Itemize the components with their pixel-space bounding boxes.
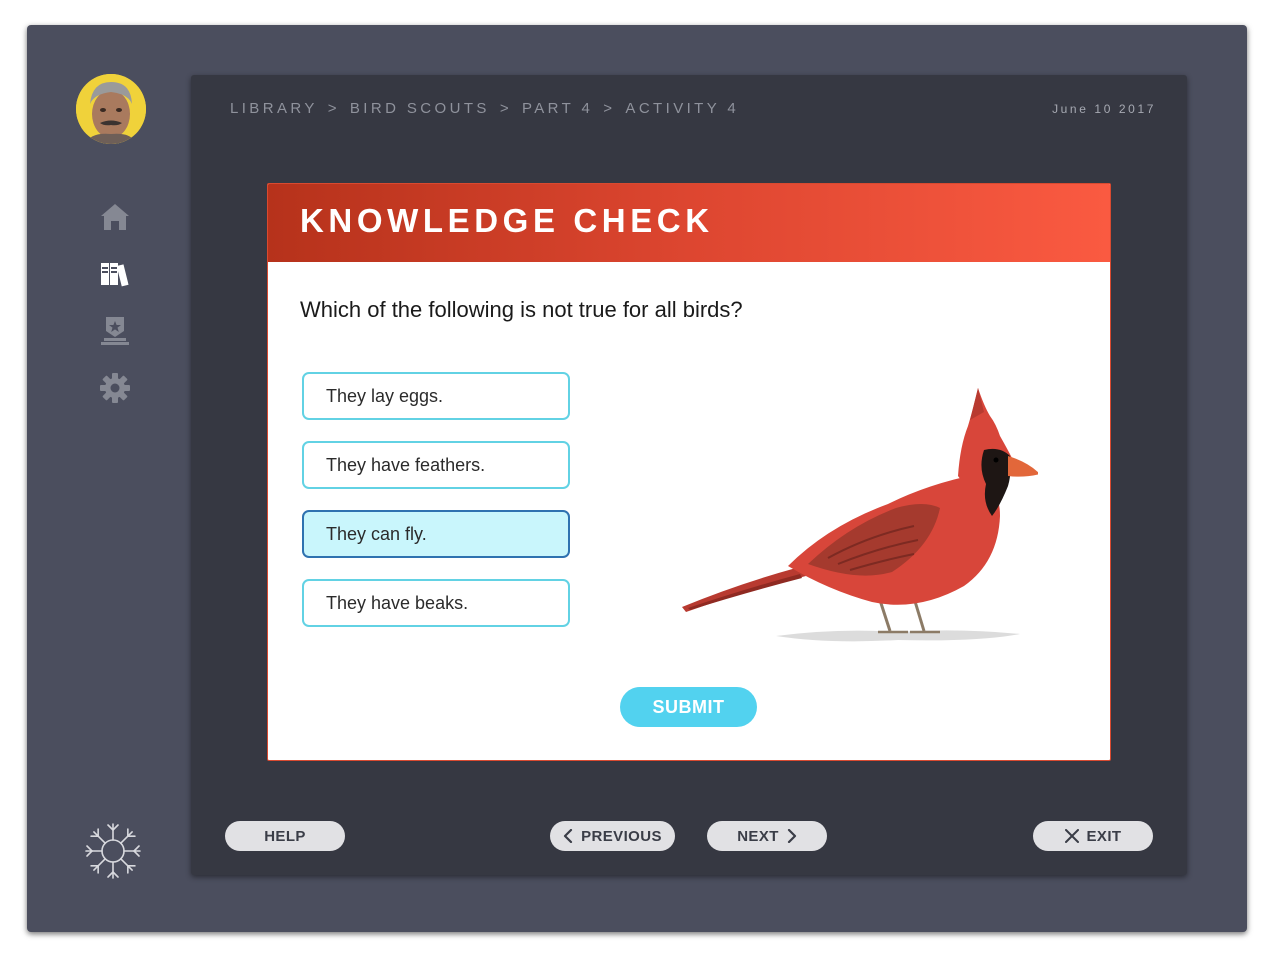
- breadcrumb-item-part[interactable]: PART 4: [522, 100, 593, 118]
- exit-label: EXIT: [1086, 827, 1122, 845]
- next-label: NEXT: [737, 827, 779, 845]
- gear-icon: [100, 373, 130, 403]
- knowledge-check-card: KNOWLEDGE CHECK Which of the following i…: [267, 183, 1111, 761]
- answer-option-label: They can fly.: [326, 523, 427, 544]
- answer-option[interactable]: They have beaks.: [302, 579, 570, 627]
- breadcrumb-separator: >: [603, 100, 616, 117]
- previous-label: PREVIOUS: [581, 827, 662, 845]
- exit-button[interactable]: EXIT: [1033, 821, 1153, 851]
- nav-badges[interactable]: [97, 312, 133, 348]
- breadcrumb-separator: >: [499, 100, 512, 117]
- avatar-portrait: [76, 74, 146, 144]
- card-title: KNOWLEDGE CHECK: [300, 202, 714, 239]
- library-icon: [101, 263, 129, 287]
- answer-option[interactable]: They lay eggs.: [302, 372, 570, 420]
- breadcrumb-item-bird-scouts[interactable]: BIRD SCOUTS: [350, 100, 490, 118]
- breadcrumb-item-library[interactable]: LIBRARY: [230, 100, 318, 118]
- question-text: Which of the following is not true for a…: [300, 297, 743, 322]
- content-panel: LIBRARY > BIRD SCOUTS > PART 4 > ACTIVIT…: [191, 75, 1187, 875]
- nav-home[interactable]: [97, 199, 133, 235]
- answer-option-label: They have feathers.: [326, 454, 486, 475]
- chevron-right-icon: [787, 829, 796, 843]
- answer-option[interactable]: They have feathers.: [302, 441, 570, 489]
- cardinal-illustration: [678, 376, 1040, 646]
- cardinal-image: [682, 388, 1040, 642]
- app-frame: LIBRARY > BIRD SCOUTS > PART 4 > ACTIVIT…: [27, 25, 1247, 932]
- close-icon: [1064, 829, 1079, 843]
- next-button[interactable]: NEXT: [707, 821, 827, 851]
- snowflake-logo: [83, 821, 143, 881]
- chevron-left-icon: [564, 829, 573, 843]
- help-button[interactable]: HELP: [225, 821, 345, 851]
- answer-option-label: They lay eggs.: [326, 385, 444, 406]
- user-avatar[interactable]: [76, 74, 146, 144]
- answer-option-label: They have beaks.: [326, 592, 469, 613]
- home-icon: [101, 204, 129, 230]
- breadcrumb-separator: >: [327, 100, 340, 117]
- help-label: HELP: [264, 827, 306, 845]
- submit-button[interactable]: SUBMIT: [620, 687, 757, 727]
- answer-option-selected[interactable]: They can fly.: [302, 510, 570, 558]
- nav-library[interactable]: [97, 255, 133, 291]
- date-label: June 10 2017: [1052, 102, 1156, 116]
- snowflake-icon: [85, 823, 141, 879]
- breadcrumb-item-activity: ACTIVITY 4: [625, 100, 740, 117]
- nav-settings[interactable]: [97, 370, 133, 406]
- card-header: KNOWLEDGE CHECK: [268, 184, 1110, 262]
- previous-button[interactable]: PREVIOUS: [550, 821, 675, 851]
- breadcrumb: LIBRARY > BIRD SCOUTS > PART 4 > ACTIVIT…: [230, 100, 739, 118]
- badge-icon: [101, 317, 129, 345]
